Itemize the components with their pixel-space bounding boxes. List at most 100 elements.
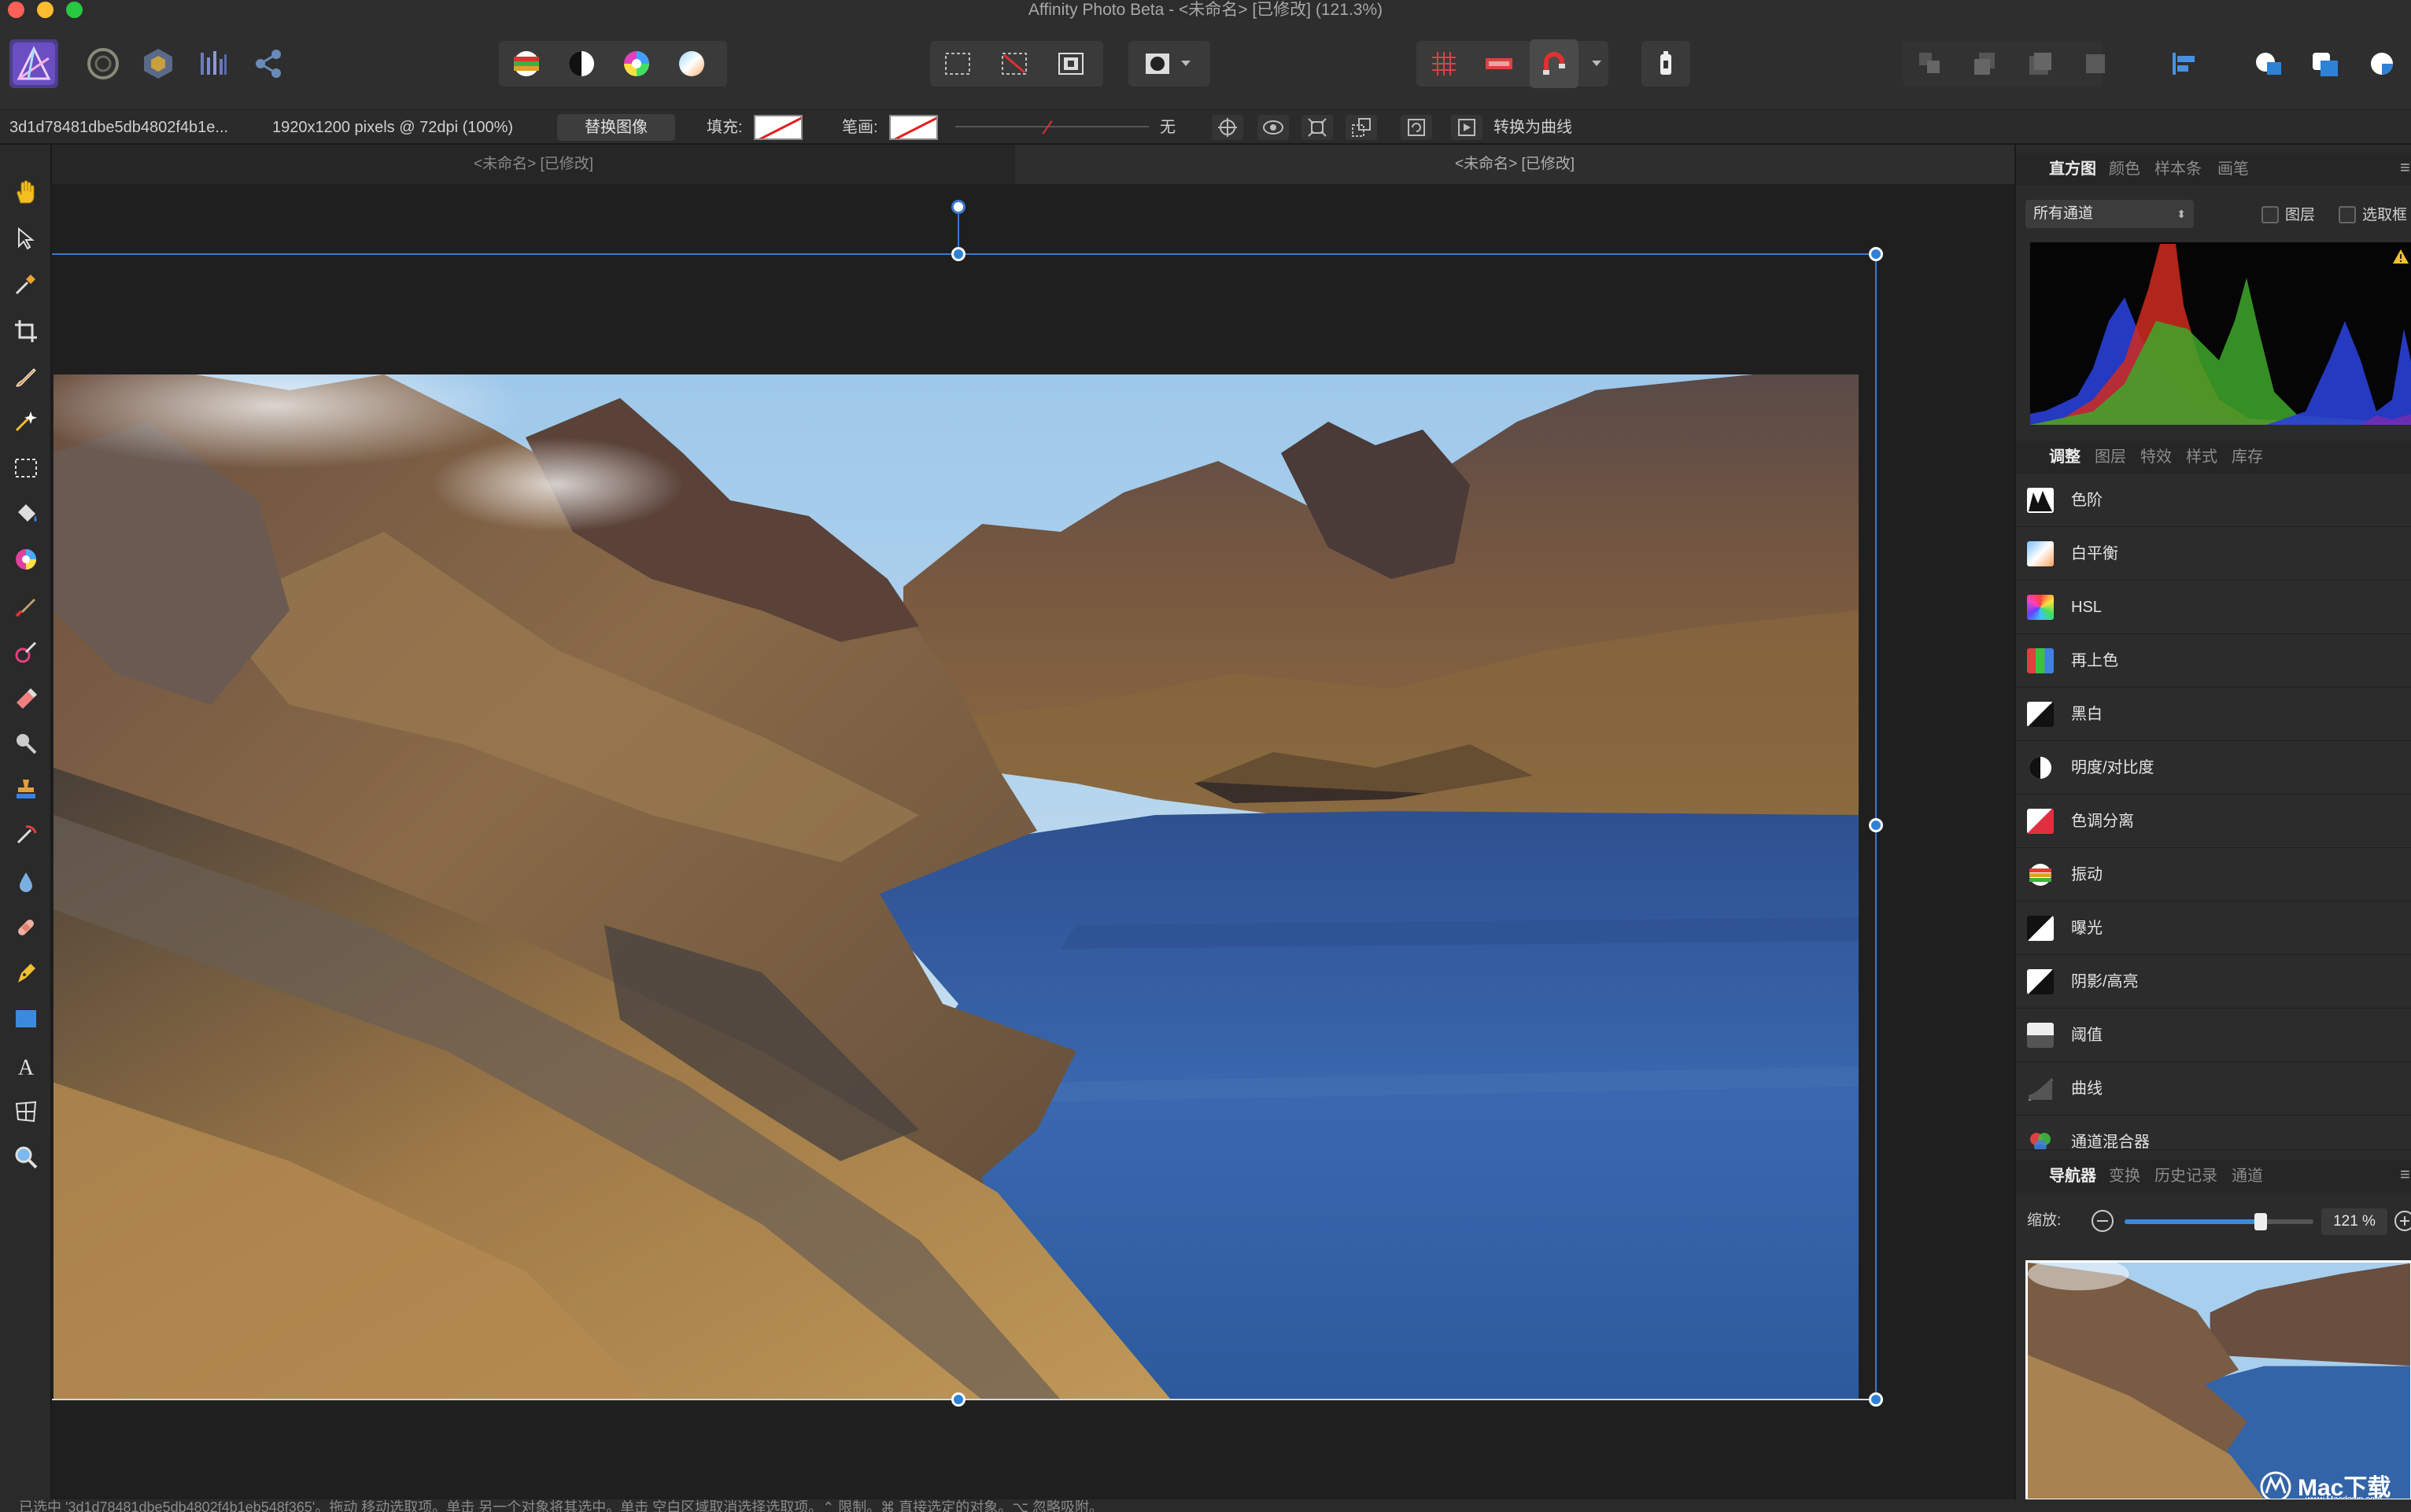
layer-checkbox[interactable] <box>2261 206 2279 223</box>
tone-mapping-persona-icon[interactable] <box>189 39 238 88</box>
dropdown-arrow-icon[interactable] <box>1172 39 1199 88</box>
resize-handle-right[interactable] <box>1869 818 1883 832</box>
resize-handle-bottom-right[interactable] <box>1869 1392 1883 1407</box>
tab-swatches[interactable]: 样本条 <box>2154 153 2202 186</box>
assistant-icon[interactable] <box>1641 39 1690 88</box>
align-icon[interactable] <box>2159 39 2208 88</box>
document-tab-1[interactable]: <未命名> [已修改] <box>52 145 1015 184</box>
canvas-area[interactable] <box>52 184 2014 1499</box>
document-tab-2[interactable]: <未命名> [已修改] <box>1015 145 2014 184</box>
close-window-button[interactable] <box>8 2 24 18</box>
move-to-front-icon[interactable] <box>2071 39 2120 88</box>
adjustment-levels[interactable]: 色阶 <box>2016 474 2411 527</box>
landscape-photo-layer[interactable] <box>54 374 1859 1400</box>
text-tool-icon[interactable]: A <box>6 1046 46 1086</box>
rotation-handle[interactable] <box>951 200 966 214</box>
adjustment-exposure[interactable]: 曝光 <box>2016 902 2411 955</box>
boolean-add-icon[interactable] <box>2244 39 2293 88</box>
dropdown-arrow-icon[interactable] <box>1583 39 1610 88</box>
show-selection-box-icon[interactable] <box>1257 115 1289 140</box>
tab-histogram[interactable]: 直方图 <box>2049 153 2096 186</box>
dodge-brush-icon[interactable] <box>6 724 46 763</box>
tab-brushes[interactable]: 画笔 <box>2217 153 2249 186</box>
tab-color[interactable]: 颜色 <box>2109 153 2140 186</box>
zoom-value-field[interactable]: 121 % <box>2321 1208 2387 1235</box>
adjustment-recolor[interactable]: 再上色 <box>2016 634 2411 688</box>
adjustment-shadows-highlights[interactable]: 阴影/高亮 <box>2016 955 2411 1009</box>
adjustment-hsl[interactable]: HSL <box>2016 581 2411 634</box>
tab-adjustments[interactable]: 调整 <box>2049 441 2081 474</box>
replace-image-button[interactable]: 替换图像 <box>557 114 675 141</box>
color-replacement-icon[interactable] <box>6 632 46 672</box>
minimize-window-button[interactable] <box>37 2 54 18</box>
flood-fill-icon[interactable] <box>6 494 46 533</box>
move-to-back-icon[interactable] <box>1906 39 1955 88</box>
tab-stock[interactable]: 库存 <box>2232 441 2263 474</box>
erase-brush-icon[interactable] <box>6 678 46 717</box>
adjustment-threshold[interactable]: 阈值 <box>2016 1009 2411 1062</box>
boolean-subtract-icon[interactable] <box>2301 39 2350 88</box>
tab-layers[interactable]: 图层 <box>2095 441 2126 474</box>
boolean-intersect-icon[interactable] <box>2357 39 2406 88</box>
transform-origin-icon[interactable] <box>1212 115 1243 140</box>
tab-history[interactable]: 历史记录 <box>2154 1160 2217 1193</box>
undo-brush-icon[interactable] <box>6 815 46 854</box>
convert-to-curves-icon[interactable] <box>1451 115 1482 140</box>
auto-levels-icon[interactable] <box>502 39 551 88</box>
resize-handle-top[interactable] <box>951 247 966 261</box>
zoom-in-icon[interactable] <box>2392 1208 2411 1234</box>
move-back-icon[interactable] <box>1961 39 2010 88</box>
zoom-tool-icon[interactable] <box>6 1138 46 1177</box>
tab-transform[interactable]: 变换 <box>2109 1160 2140 1193</box>
adjustment-posterize[interactable]: 色调分离 <box>2016 795 2411 848</box>
adjustment-black-white[interactable]: 黑白 <box>2016 688 2411 741</box>
resize-handle-bottom[interactable] <box>951 1392 966 1407</box>
color-picker-icon[interactable] <box>6 264 46 304</box>
adjustment-curves[interactable]: 曲线 <box>2016 1062 2411 1116</box>
auto-white-balance-icon[interactable] <box>667 39 716 88</box>
tab-channels[interactable]: 通道 <box>2232 1160 2263 1193</box>
photo-persona-icon[interactable] <box>9 39 58 88</box>
fill-swatch[interactable] <box>754 115 803 140</box>
gradient-tool-icon[interactable] <box>6 540 46 579</box>
stroke-swatch[interactable] <box>889 115 938 140</box>
liquify-persona-icon[interactable] <box>79 39 127 88</box>
panel-menu-icon[interactable]: ≡ <box>2400 157 2410 178</box>
force-pixel-alignment-icon[interactable] <box>1475 39 1523 88</box>
panel-menu-icon[interactable]: ≡ <box>2400 1164 2410 1185</box>
hand-tool-icon[interactable] <box>6 173 46 212</box>
develop-persona-icon[interactable] <box>134 39 183 88</box>
invert-selection-icon[interactable] <box>1047 39 1095 88</box>
reset-rotation-icon[interactable] <box>1401 115 1432 140</box>
convert-to-curves-label[interactable]: 转换为曲线 <box>1493 110 1572 145</box>
zoom-out-icon[interactable] <box>2090 1208 2115 1234</box>
mesh-warp-icon[interactable] <box>6 1092 46 1131</box>
scale-with-object-icon[interactable] <box>1301 115 1333 140</box>
rectangle-tool-icon[interactable] <box>6 999 46 1038</box>
paint-brush-icon[interactable] <box>6 587 46 626</box>
marquee-tool-icon[interactable] <box>6 448 46 488</box>
adjustment-white-balance[interactable]: 白平衡 <box>2016 527 2411 581</box>
tab-styles[interactable]: 样式 <box>2186 441 2217 474</box>
adjustment-vibrance[interactable]: 振动 <box>2016 848 2411 902</box>
blur-brush-icon[interactable] <box>6 862 46 902</box>
snapping-icon[interactable] <box>1530 39 1578 88</box>
crop-tool-icon[interactable] <box>6 312 46 351</box>
zoom-slider-thumb[interactable] <box>2254 1213 2267 1230</box>
transform-objects-separately-icon[interactable] <box>1346 115 1377 140</box>
auto-colors-icon[interactable] <box>612 39 661 88</box>
channel-select[interactable]: 所有通道 ⬍ <box>2025 200 2194 228</box>
grid-icon[interactable] <box>1420 39 1468 88</box>
flood-select-icon[interactable] <box>6 403 46 442</box>
tab-effects[interactable]: 特效 <box>2140 441 2172 474</box>
move-tool-icon[interactable] <box>6 219 46 258</box>
pen-tool-icon[interactable] <box>6 953 46 993</box>
adjustment-brightness-contrast[interactable]: 明度/对比度 <box>2016 741 2411 795</box>
export-persona-icon[interactable] <box>244 39 293 88</box>
navigator-preview[interactable] <box>2025 1260 2411 1501</box>
deselect-icon[interactable] <box>990 39 1039 88</box>
zoom-window-button[interactable] <box>66 2 83 18</box>
zoom-slider[interactable] <box>2125 1213 2313 1230</box>
stroke-width-slider[interactable] <box>955 126 1149 127</box>
adjustment-channel-mixer[interactable]: 通道混合器 <box>2016 1116 2411 1150</box>
